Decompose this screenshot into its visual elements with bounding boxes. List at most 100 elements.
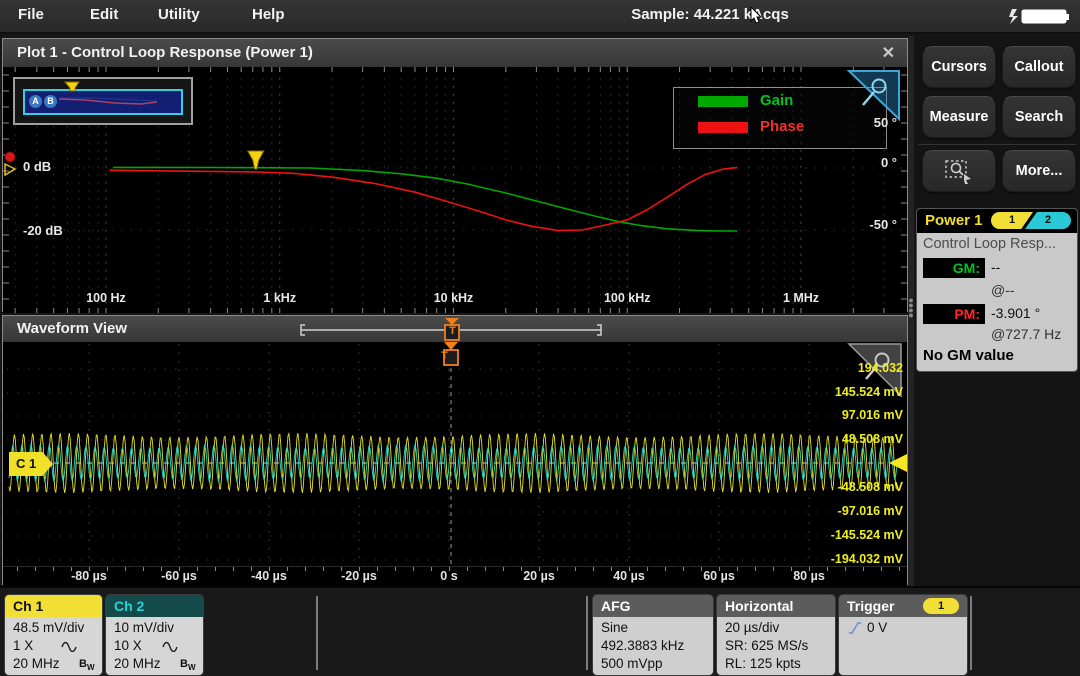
time-axis-label: 60 µs (689, 569, 749, 583)
plot1-header[interactable]: Plot 1 - Control Loop Response (Power 1)… (3, 39, 907, 68)
overview-window[interactable]: AB (23, 89, 183, 115)
phase-swatch (698, 122, 748, 133)
power1-source2-badge[interactable]: 2 (1025, 212, 1071, 229)
axis-tick (251, 567, 252, 571)
search-button[interactable]: Search (1002, 96, 1076, 138)
channel2-badge[interactable]: Ch 2 10 mV/div 10 X 20 MHz BW (105, 594, 204, 676)
voltage-axis-label: -194.032 mV (831, 552, 903, 566)
axis-tick (647, 567, 648, 571)
gain-axis-label-0db: 0 dB (23, 159, 51, 174)
phase-legend-label: Phase (760, 118, 804, 135)
graticule-trigger-t[interactable]: T (440, 350, 449, 362)
afg-frequency: 492.3883 kHz (601, 637, 713, 655)
phase-axis-label-50: 50 ° (874, 115, 897, 130)
sidebar-divider (918, 144, 1076, 145)
time-axis-label: 20 µs (509, 569, 569, 583)
more-button[interactable]: More... (1002, 150, 1076, 192)
axis-tick (845, 567, 846, 571)
channel2-badge-header[interactable]: Ch 2 (106, 595, 203, 617)
time-axis-label: 80 µs (779, 569, 839, 583)
afg-badge-header[interactable]: AFG (593, 595, 713, 617)
axis-tick (53, 567, 54, 571)
settings-bar: Ch 1 48.5 mV/div 1 X 20 MHz BW Ch 2 10 m (0, 586, 1080, 676)
trigger-level: 0 V (847, 619, 967, 637)
bar-divider (970, 596, 972, 670)
close-icon[interactable]: ✕ (882, 43, 895, 63)
plot1-panel: Plot 1 - Control Loop Response (Power 1)… (2, 38, 908, 312)
power1-source1-badge[interactable]: 1 (991, 212, 1033, 229)
waveform-header: Waveform View T (3, 316, 907, 343)
horizontal-badge[interactable]: Horizontal 20 µs/div SR: 625 MS/s RL: 12… (716, 594, 836, 676)
axis-tick (125, 567, 126, 571)
axis-tick (107, 567, 108, 571)
axis-tick (71, 567, 72, 571)
bar-divider (316, 596, 318, 670)
voltage-axis-label: 48.508 mV (842, 432, 903, 446)
power1-card-header[interactable]: Power 1 1 2 (917, 209, 1077, 233)
voltage-axis-label: -145.524 mV (831, 528, 903, 542)
oscilloscope-screen: FileEditUtilityHelp Sample: 44.221 kAcqs… (0, 0, 1080, 676)
waveform-body[interactable]: T C 1 194.032145.524 mV97.016 mV48.508 m… (3, 342, 907, 566)
plug-icon (1009, 9, 1018, 24)
overview-thumbnail[interactable]: AB (13, 77, 193, 125)
trigger-badge-header[interactable]: Trigger 1 (839, 595, 967, 617)
menu-file[interactable]: File (18, 6, 44, 23)
channel1-badge[interactable]: Ch 1 48.5 mV/div 1 X 20 MHz BW (4, 594, 103, 676)
afg-waveform: Sine (601, 619, 713, 637)
voltage-axis-label: -97.016 mV (838, 504, 903, 518)
bandwidth-limit-icon: BW (79, 655, 95, 676)
trigger-level-arrow-icon[interactable] (885, 453, 907, 473)
axis-tick (395, 567, 396, 571)
axis-tick (539, 567, 540, 571)
time-axis-label: 0 s (419, 569, 479, 583)
axis-tick (215, 567, 216, 571)
horizontal-record-length: RL: 125 kpts (725, 655, 835, 673)
ch1-bandwidth: 20 MHz BW (13, 655, 102, 673)
callout-button[interactable]: Callout (1002, 46, 1076, 88)
menu-help[interactable]: Help (252, 6, 285, 23)
axis-tick (305, 567, 306, 571)
axis-tick (755, 567, 756, 571)
sine-coupling-icon (162, 641, 178, 652)
power1-card[interactable]: Power 1 1 2 Control Loop Resp... GM: -- … (916, 208, 1078, 372)
axis-tick (269, 567, 270, 571)
axis-tick (413, 567, 414, 571)
gm-label: GM: (923, 258, 985, 278)
horizontal-badge-header[interactable]: Horizontal (717, 595, 835, 617)
measure-button[interactable]: Measure (922, 96, 996, 138)
axis-tick (629, 567, 630, 571)
menu-utility[interactable]: Utility (158, 6, 200, 23)
axis-tick (467, 567, 468, 571)
voltage-axis-label: 97.016 mV (842, 408, 903, 422)
gain-axis-label-m20db: -20 dB (23, 223, 63, 238)
trigger-badge[interactable]: Trigger 1 0 V (838, 594, 968, 676)
level-marker-icon (5, 164, 15, 175)
afg-badge[interactable]: AFG Sine 492.3883 kHz 500 mVpp (592, 594, 714, 676)
plot1-body[interactable]: AB Gain Phase (3, 67, 907, 313)
channel1-badge-header[interactable]: Ch 1 (5, 595, 102, 617)
axis-tick (89, 567, 90, 571)
power1-footer-note: No GM value (923, 347, 1014, 364)
menu-edit[interactable]: Edit (90, 6, 118, 23)
power1-subtitle: Control Loop Resp... (923, 236, 1056, 252)
slider-trigger-t[interactable]: T (448, 325, 457, 337)
axis-tick (323, 567, 324, 571)
zoom-select-button[interactable] (922, 150, 996, 192)
plot1-title: Plot 1 - Control Loop Response (Power 1) (17, 44, 313, 61)
gm-at-value: @-- (991, 282, 1015, 298)
trigger-source-pill[interactable]: 1 (923, 598, 959, 614)
axis-tick (359, 567, 360, 571)
horizontal-sample-rate: SR: 625 MS/s (725, 637, 835, 655)
axis-tick (197, 567, 198, 571)
time-axis-label: -20 µs (329, 569, 389, 583)
plot1-legend: Gain Phase (673, 87, 887, 149)
time-axis-label: -40 µs (239, 569, 299, 583)
axis-tick (683, 567, 684, 571)
axis-tick (503, 567, 504, 571)
axis-tick (575, 567, 576, 571)
trigger-arrow-icon (445, 318, 459, 325)
overview-marker-icon[interactable] (63, 81, 83, 97)
axis-tick (593, 567, 594, 571)
legend-row-phase: Phase (674, 114, 886, 140)
cursors-button[interactable]: Cursors (922, 46, 996, 88)
